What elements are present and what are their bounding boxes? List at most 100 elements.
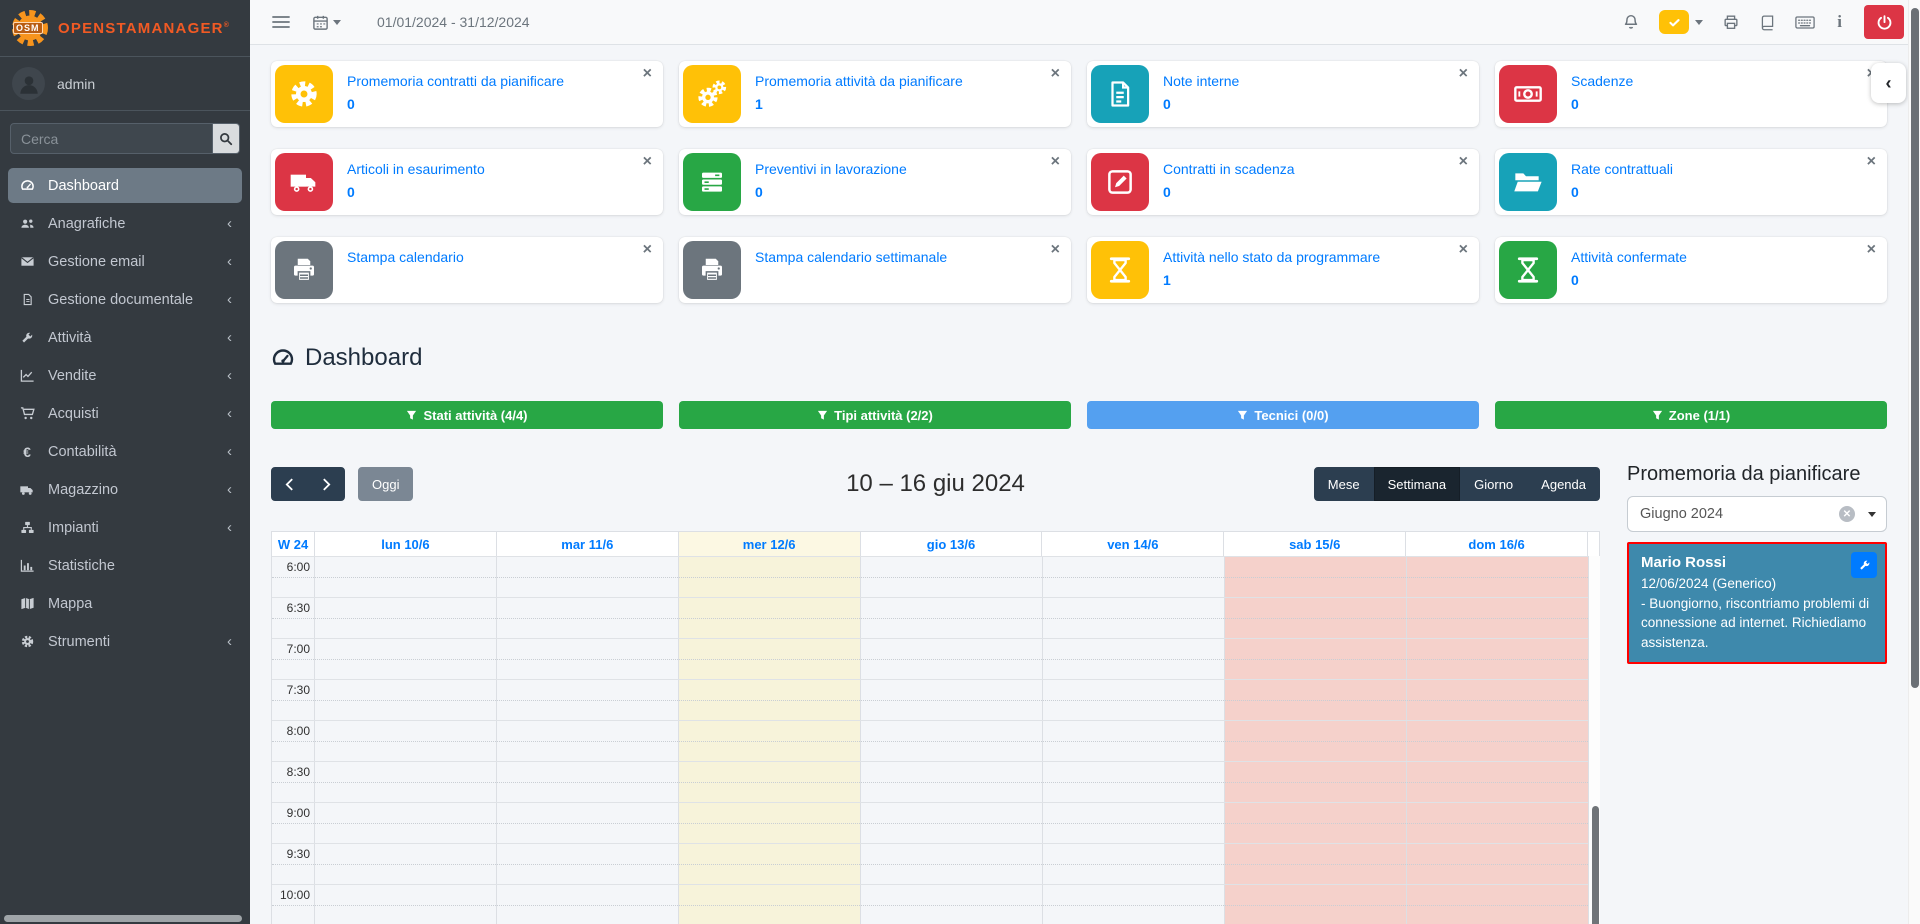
widget-title-link[interactable]: Note interne [1163,73,1239,89]
filter-button-zone-1-1[interactable]: Zone (1/1) [1495,401,1887,429]
clear-selection-icon[interactable]: ✕ [1839,506,1855,522]
docs-book-icon[interactable] [1759,14,1776,31]
close-icon[interactable]: × [1867,154,1876,170]
date-range-filter[interactable]: 01/01/2024 - 31/12/2024 [377,14,530,30]
tachometer-icon [271,346,295,370]
filter-button-stati-attivit-4-4[interactable]: Stati attività (4/4) [271,401,663,429]
calendar-next-button[interactable] [308,467,345,501]
widget-title-link[interactable]: Scadenze [1571,73,1633,89]
day-header-mar-11-6: mar 11/6 [496,532,678,556]
sidebar-item-label: Statistiche [48,558,115,574]
widget-count: 0 [755,184,907,200]
close-icon[interactable]: × [1459,242,1468,258]
day-header-link[interactable]: lun 10/6 [381,537,429,552]
close-icon[interactable]: × [1459,66,1468,82]
keyboard-shortcuts-icon[interactable] [1795,15,1815,30]
topbar: 01/01/2024 - 31/12/2024 i [250,0,1920,45]
plan-activity-button[interactable] [1851,552,1877,578]
sidebar-item-vendite[interactable]: Vendite‹ [8,358,242,393]
calendar-dropdown-button[interactable] [312,14,341,31]
day-header-link[interactable]: mer 12/6 [743,537,796,552]
day-header-link[interactable]: mar 11/6 [561,537,613,552]
sidebar-horizontal-scrollbar[interactable] [4,915,242,922]
euro-icon: € [16,444,38,460]
sidebar-item-anagrafiche[interactable]: Anagrafiche‹ [8,206,242,241]
calendar-view-settimana[interactable]: Settimana [1374,467,1461,501]
calendar-prev-button[interactable] [271,467,308,501]
sidebar-item-label: Strumenti [48,634,110,650]
week-number-link[interactable]: W 24 [278,537,308,552]
sidebar-item-acquisti[interactable]: Acquisti‹ [8,396,242,431]
sidebar-item-statistiche[interactable]: Statistiche [8,548,242,583]
close-icon[interactable]: × [1051,154,1060,170]
status-check-dropdown[interactable] [1659,10,1703,34]
time-label: 7:00 [272,642,310,656]
close-icon[interactable]: × [1867,242,1876,258]
search-button[interactable] [213,123,240,154]
page-scrollbar[interactable] [1908,0,1920,924]
close-icon[interactable]: × [1051,66,1060,82]
filter-button-tipi-attivit-2-2[interactable]: Tipi attività (2/2) [679,401,1071,429]
time-row-6-00: 6:00 [272,556,1600,597]
widget-title-link[interactable]: Stampa calendario [347,249,464,265]
close-icon[interactable]: × [643,154,652,170]
widget-count: 0 [1571,96,1633,112]
widget-title-link[interactable]: Promemoria contratti da pianificare [347,73,564,89]
sidebar-item-gestione-email[interactable]: Gestione email‹ [8,244,242,279]
promemoria-card[interactable]: Mario Rossi 12/06/2024 (Generico) - Buon… [1627,542,1887,664]
calendar-view-agenda[interactable]: Agenda [1527,467,1600,501]
widget-title-link[interactable]: Contratti in scadenza [1163,161,1295,177]
chevron-left-icon: ‹ [227,368,232,383]
envelope-icon [16,254,38,269]
sidebar-item-strumenti[interactable]: Strumenti‹ [8,624,242,659]
calendar-scrollbar[interactable] [1588,556,1600,924]
widget-title-link[interactable]: Preventivi in lavorazione [755,161,907,177]
widget-card-promemoria-attivit-da-pianificare: Promemoria attività da pianificare1× [679,61,1071,127]
day-header-link[interactable]: sab 15/6 [1289,537,1340,552]
info-icon[interactable]: i [1834,12,1845,32]
page-scrollbar-thumb[interactable] [1911,8,1919,688]
close-icon[interactable]: × [643,242,652,258]
time-row-9-30: 9:30 [272,843,1600,884]
day-header-link[interactable]: ven 14/6 [1107,537,1158,552]
wrench-icon [1858,559,1871,572]
day-header-link[interactable]: dom 16/6 [1468,537,1524,552]
day-header-link[interactable]: gio 13/6 [927,537,975,552]
brand-link[interactable]: OSM OPENSTAMANAGER® [0,0,250,57]
widget-title-link[interactable]: Promemoria attività da pianificare [755,73,963,89]
chevron-left-icon: ‹ [227,406,232,421]
chevron-left-icon: ‹ [227,292,232,307]
sidebar-item-impianti[interactable]: Impianti‹ [8,510,242,545]
widget-title-link[interactable]: Articoli in esaurimento [347,161,485,177]
calendar-view-giorno[interactable]: Giorno [1460,467,1527,501]
calendar-today-button[interactable]: Oggi [358,467,413,501]
close-icon[interactable]: × [643,66,652,82]
hamburger-menu-icon[interactable] [272,15,290,29]
sidebar-item-mappa[interactable]: Mappa [8,586,242,621]
sidebar-item-attivit[interactable]: Attività‹ [8,320,242,355]
sidebar-item-magazzino[interactable]: Magazzino‹ [8,472,242,507]
calendar-scrollbar-thumb[interactable] [1592,806,1599,924]
time-label: 9:30 [272,847,310,861]
widget-title-link[interactable]: Rate contrattuali [1571,161,1673,177]
print-icon[interactable] [1722,13,1740,31]
calendar-week-grid[interactable]: 6:006:307:007:308:008:309:009:3010:00 [271,556,1600,924]
collapse-panel-handle[interactable]: ‹ [1871,63,1906,103]
close-icon[interactable]: × [1051,242,1060,258]
avatar [12,67,45,100]
logout-power-button[interactable] [1864,5,1904,39]
month-select[interactable]: Giugno 2024 ✕ [1627,496,1887,532]
notifications-bell-icon[interactable] [1622,13,1640,31]
widget-title-link[interactable]: Attività nello stato da programmare [1163,249,1380,265]
sidebar-item-gestione-documentale[interactable]: Gestione documentale‹ [8,282,242,317]
widget-title-link[interactable]: Attività confermate [1571,249,1687,265]
close-icon[interactable]: × [1459,154,1468,170]
widget-title-link[interactable]: Stampa calendario settimanale [755,249,947,265]
sidebar-item-dashboard[interactable]: Dashboard [8,168,242,203]
calendar-view-mese[interactable]: Mese [1314,467,1374,501]
sidebar-item-contabilit[interactable]: €Contabilità‹ [8,434,242,469]
chart-line-icon [16,368,38,383]
filter-button-tecnici-0-0[interactable]: Tecnici (0/0) [1087,401,1479,429]
search-input[interactable] [10,123,213,154]
sidebar-item-label: Mappa [48,596,92,612]
